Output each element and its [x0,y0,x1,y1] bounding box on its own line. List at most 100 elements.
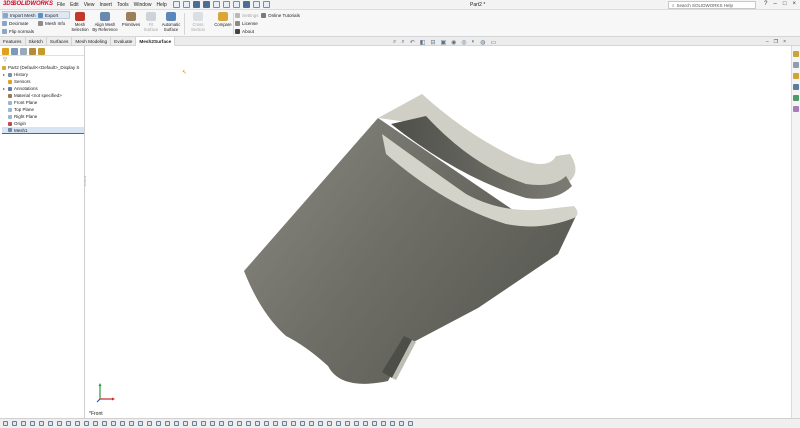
tree-item-front-plane[interactable]: Front Plane [2,99,84,106]
menu-help[interactable]: Help [156,2,166,8]
status-icon-23[interactable] [201,421,206,426]
status-icon-20[interactable] [174,421,179,426]
display-manager-tab-icon[interactable] [38,48,45,55]
tree-item-sensors[interactable]: Sensors [2,78,84,85]
menu-tools[interactable]: Tools [117,2,129,8]
status-icon-16[interactable] [138,421,143,426]
view-orientation-icon[interactable]: ▣ [440,39,446,46]
export-button[interactable]: Export [38,11,65,19]
status-icon-36[interactable] [318,421,323,426]
feature-manager-tab-icon[interactable] [2,48,9,55]
status-icon-14[interactable] [120,421,125,426]
status-icon-28[interactable] [246,421,251,426]
open-icon[interactable] [193,1,200,8]
mesh-info-button[interactable]: Mesh Info [38,19,65,27]
status-icon-39[interactable] [345,421,350,426]
tab-mesh2surface[interactable]: Mesh2Surface [136,37,176,46]
status-icon-29[interactable] [255,421,260,426]
status-icon-41[interactable] [363,421,368,426]
status-icon-30[interactable] [264,421,269,426]
undo-icon[interactable] [223,1,230,8]
close-button[interactable]: × [792,1,796,7]
status-icon-15[interactable] [129,421,134,426]
status-icon-33[interactable] [291,421,296,426]
custom-properties-icon[interactable] [793,106,799,112]
tab-evaluate[interactable]: Evaluate [111,37,137,46]
tree-item-top-plane[interactable]: Top Plane [2,106,84,113]
status-icon-1[interactable] [3,421,8,426]
status-icon-9[interactable] [75,421,80,426]
tree-item-right-plane[interactable]: Right Plane [2,113,84,120]
tab-features[interactable]: Features [0,37,26,46]
status-icon-25[interactable] [219,421,224,426]
tab-mesh-modeling[interactable]: Mesh Modeling [72,37,112,46]
hide-show-items-icon[interactable]: ◎ [461,39,466,46]
file-explorer-icon[interactable] [793,73,799,79]
previous-view-icon[interactable]: ↶ [410,39,415,46]
file-properties-icon[interactable] [253,1,260,8]
rebuild-icon[interactable] [243,1,250,8]
primitives-button[interactable]: Primitives [120,12,142,27]
expand-arrow-icon[interactable]: ▸ [2,72,6,77]
compare-button[interactable]: Compare [212,12,234,27]
status-icon-7[interactable] [57,421,62,426]
configuration-manager-tab-icon[interactable] [20,48,27,55]
viewport-minimize-icon[interactable]: – [766,39,769,45]
tree-item-annotations[interactable]: ▸ Annotations [2,85,84,92]
graphics-area[interactable] [86,46,790,418]
dimxpert-tab-icon[interactable] [29,48,36,55]
options-gear-icon[interactable] [263,1,270,8]
online-tutorials-button[interactable]: Online Tutorials [261,11,300,19]
status-icon-2[interactable] [12,421,17,426]
status-icon-40[interactable] [354,421,359,426]
flip-normals-button[interactable]: Flip normals [2,27,70,35]
status-icon-6[interactable] [48,421,53,426]
minimize-button[interactable]: – [774,1,777,7]
new-document-icon[interactable] [183,1,190,8]
menu-edit[interactable]: Edit [70,2,79,8]
status-icon-31[interactable] [273,421,278,426]
status-icon-34[interactable] [300,421,305,426]
status-icon-24[interactable] [210,421,215,426]
status-icon-32[interactable] [282,421,287,426]
status-icon-22[interactable] [192,421,197,426]
display-style-icon[interactable]: ◉ [451,39,456,46]
status-icon-27[interactable] [237,421,242,426]
menu-window[interactable]: Window [134,2,152,8]
status-icon-10[interactable] [84,421,89,426]
status-icon-45[interactable] [399,421,404,426]
status-icon-44[interactable] [390,421,395,426]
status-icon-5[interactable] [39,421,44,426]
dynamic-annotation-icon[interactable]: ⊟ [430,39,435,46]
maximize-button[interactable]: □ [783,1,787,7]
solidworks-resources-icon[interactable] [793,51,799,57]
status-icon-35[interactable] [309,421,314,426]
cross-section-button[interactable]: Cross Section [185,12,211,32]
status-icon-18[interactable] [156,421,161,426]
status-icon-12[interactable] [102,421,107,426]
status-icon-21[interactable] [183,421,188,426]
mesh-selection-button[interactable]: Mesh Selection [69,12,91,32]
tree-item-material[interactable]: Material <not specified> [2,92,84,99]
select-icon[interactable] [233,1,240,8]
tree-root-part[interactable]: Part2 (Default<<Default>_Display S [2,64,84,71]
status-icon-43[interactable] [381,421,386,426]
license-button[interactable]: License [235,19,259,27]
zoom-to-fit-icon[interactable]: ⌕ [393,39,396,46]
align-mesh-button[interactable]: Align Mesh By Reference [91,12,119,32]
status-icon-13[interactable] [111,421,116,426]
status-icon-3[interactable] [21,421,26,426]
menu-file[interactable]: File [57,2,65,8]
tree-item-history[interactable]: ▸ History [2,71,84,78]
status-icon-37[interactable] [327,421,332,426]
expand-arrow-icon[interactable]: ▸ [2,86,6,91]
status-icon-4[interactable] [30,421,35,426]
tab-sketch[interactable]: Sketch [26,37,47,46]
tree-item-origin[interactable]: Origin [2,120,84,127]
status-icon-19[interactable] [165,421,170,426]
status-icon-38[interactable] [336,421,341,426]
filter-icon[interactable]: ▽ [0,56,84,64]
status-icon-42[interactable] [372,421,377,426]
view-settings-icon[interactable]: ▭ [491,39,497,46]
viewport-restore-icon[interactable]: ❐ [774,39,778,45]
